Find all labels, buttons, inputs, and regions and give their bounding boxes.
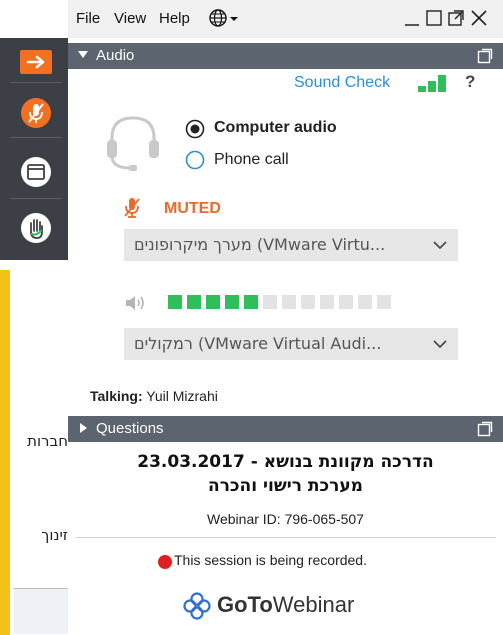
phone-call-label[interactable]: Phone call (214, 151, 289, 169)
sidebar-divider (10, 198, 62, 199)
left-strip: חברות זינוך (0, 0, 68, 635)
recording-notice: This session is being recorded. (174, 552, 367, 568)
divider (76, 537, 496, 538)
microphone-select-value: מערך מיקרופונים (VMware Virtu... (134, 235, 386, 254)
webinar-title-line2: מערכת רישוי והכרה (208, 476, 363, 496)
talking-name: Yuil Mizrahi (146, 388, 218, 404)
webinar-title-line1: הדרכה מקוונת בנושא - 23.03.2017 (137, 452, 434, 472)
gotowebinar-logo-icon (183, 592, 211, 620)
computer-audio-label[interactable]: Computer audio (214, 119, 337, 137)
yellow-border (0, 270, 10, 635)
level-segment (168, 295, 182, 309)
minimize-icon[interactable] (402, 8, 422, 28)
audio-section-header[interactable]: Audio (68, 43, 503, 69)
level-segment (301, 295, 315, 309)
level-segment (263, 295, 277, 309)
background-thumbnail (14, 588, 68, 634)
level-segment (320, 295, 334, 309)
questions-header-title: Questions (96, 420, 164, 437)
logo-webinar: Webinar (272, 592, 355, 617)
level-segment (377, 295, 391, 309)
chevron-down-icon (433, 340, 447, 349)
restore-icon[interactable] (424, 8, 444, 28)
logo-goto: GoTo (217, 592, 273, 617)
arrow-right-icon[interactable] (20, 46, 52, 78)
menu-help[interactable]: Help (159, 10, 190, 27)
help-button[interactable]: ? (465, 72, 475, 92)
popout-icon[interactable] (446, 8, 466, 28)
level-segment (339, 295, 353, 309)
menu-view[interactable]: View (114, 10, 146, 27)
mic-muted-icon[interactable] (122, 196, 142, 220)
sound-check-link[interactable]: Sound Check (294, 74, 390, 92)
level-segment (206, 295, 220, 309)
microphone-select[interactable]: מערך מיקרופונים (VMware Virtu... (124, 229, 458, 261)
talking-label: Talking: (90, 388, 143, 404)
headset-icon (107, 116, 159, 171)
hand-raise-icon[interactable] (20, 212, 52, 244)
signal-bars-icon (418, 75, 446, 92)
expand-triangle-icon[interactable] (78, 423, 88, 433)
popout-icon[interactable] (477, 48, 493, 64)
speaker-select[interactable]: רמקולים (VMware Virtual Audi... (124, 328, 458, 360)
computer-audio-radio[interactable] (185, 119, 205, 139)
level-segment (358, 295, 372, 309)
popout-icon[interactable] (477, 421, 493, 437)
background-text: זינוך (41, 526, 68, 544)
muted-status: MUTED (164, 200, 221, 217)
level-segment (244, 295, 258, 309)
webinar-id: Webinar ID: 796-065-507 (207, 511, 364, 527)
window-icon[interactable] (20, 156, 52, 188)
gotowebinar-logo-text: GoToWebinar (217, 592, 354, 618)
menu-file[interactable]: File (76, 10, 100, 27)
background-text: חברות (27, 432, 68, 450)
chevron-down-icon (433, 241, 447, 250)
close-icon[interactable] (469, 8, 489, 28)
globe-icon[interactable] (208, 8, 242, 28)
speaker-select-value: רמקולים (VMware Virtual Audi... (134, 334, 382, 353)
speaker-icon (126, 296, 144, 310)
level-segment (282, 295, 296, 309)
audio-header-title: Audio (96, 47, 135, 64)
collapse-triangle-icon[interactable] (78, 50, 88, 60)
level-segment (225, 295, 239, 309)
phone-call-radio[interactable] (185, 150, 205, 170)
mic-muted-icon[interactable] (20, 97, 52, 129)
menu-bar: File View Help (68, 0, 503, 38)
sidebar-divider (10, 82, 62, 83)
gotowebinar-control-panel: File View Help Audio Sound Check ? Compu… (68, 0, 503, 635)
questions-section-header[interactable]: Questions (68, 416, 503, 442)
sidebar-divider (10, 137, 62, 138)
talking-indicator: Talking: Yuil Mizrahi (90, 388, 218, 404)
recording-dot-icon (158, 555, 172, 569)
level-segment (187, 295, 201, 309)
